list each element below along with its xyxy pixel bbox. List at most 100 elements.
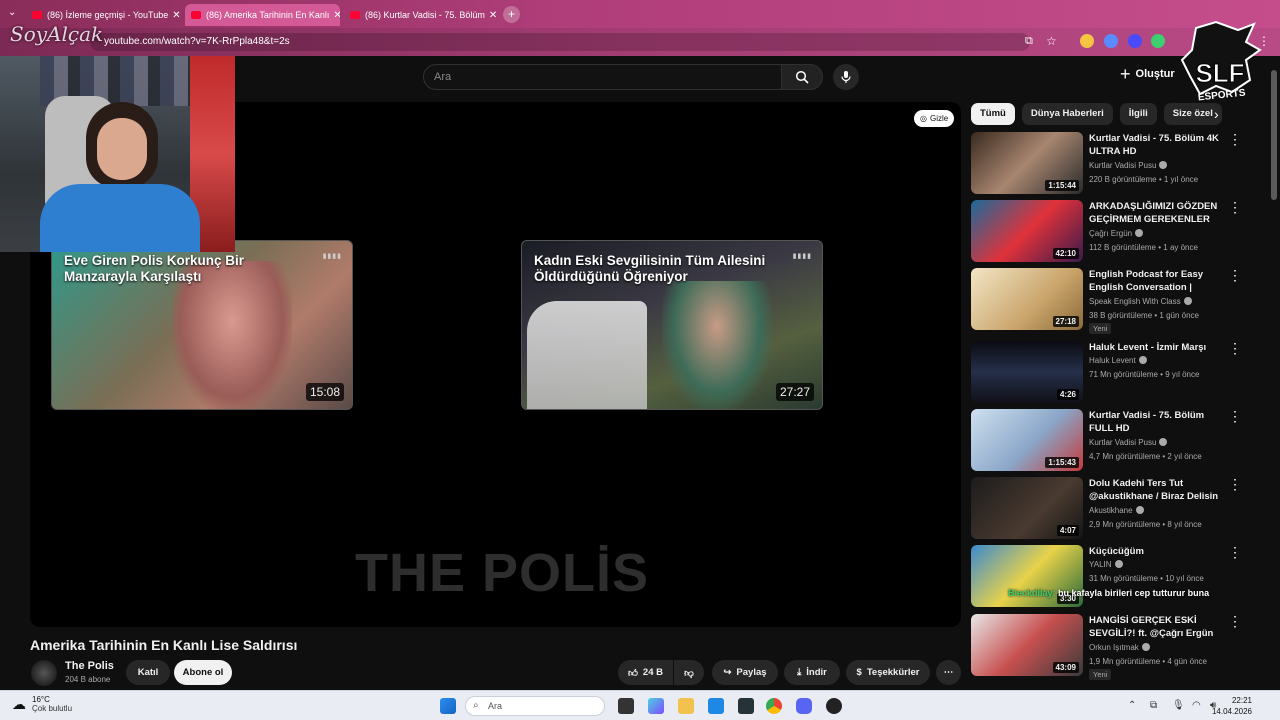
more-options-icon[interactable]: ⋮ <box>1228 545 1242 559</box>
chrome-icon[interactable] <box>766 698 782 714</box>
search-button[interactable] <box>781 64 823 90</box>
chat-username: Bleckdilay: <box>1008 588 1056 598</box>
playlist-icon: ▮▮▮▮ <box>322 253 342 260</box>
system-clock[interactable]: 22:21 14.04.2026 <box>1212 695 1252 717</box>
chip-related[interactable]: İlgili <box>1119 103 1157 125</box>
duration: 4:26 <box>1056 389 1079 400</box>
verified-icon <box>1114 560 1123 568</box>
voice-search-button[interactable] <box>833 64 859 90</box>
subscribe-button[interactable]: Abone ol <box>174 660 232 685</box>
create-button[interactable]: + Oluştur <box>1120 65 1175 83</box>
url-field[interactable]: youtube.com/watch?v=7K-RrPpla48&t=2s <box>90 33 1030 51</box>
more-options-icon[interactable]: ⋮ <box>1228 268 1242 282</box>
more-icon: ⋯ <box>943 667 954 678</box>
rec-meta: 112 B görüntüleme • 1 ay önce <box>1089 243 1198 252</box>
like-button[interactable]: 👍︎ 24 B <box>618 660 673 685</box>
browser-tab-bar: ⌄ (86) İzleme geçmişi - YouTube ✕ (86) A… <box>0 0 1280 28</box>
extension-icon[interactable] <box>1080 34 1094 48</box>
new-tab-button[interactable]: + <box>503 6 520 23</box>
more-options-icon[interactable]: ⋮ <box>1228 614 1242 628</box>
thanks-button[interactable]: $ Teşekkürler <box>846 660 930 685</box>
end-card-video-1[interactable]: ▮▮▮▮ Eve Giren Polis Korkunç Bir Manzara… <box>51 240 353 410</box>
tab-search-chevron-icon[interactable]: ⌄ <box>8 7 16 18</box>
tray-chevron-icon[interactable]: ⌃ <box>1128 700 1136 711</box>
age: 4 gün önce <box>1167 657 1207 666</box>
rec-meta: 2,9 Mn görüntüleme • 8 yıl önce <box>1089 520 1202 529</box>
youtube-favicon-icon <box>191 11 201 19</box>
channel-name: YALIN <box>1089 560 1112 569</box>
bookmark-star-icon[interactable]: ☆ <box>1046 34 1057 48</box>
extension-icon[interactable] <box>1151 34 1165 48</box>
recommendation-item[interactable]: 4:07 Dolu Kadehi Ters Tut @akustikhane /… <box>971 477 1271 543</box>
install-app-icon[interactable]: ⧉ <box>1025 35 1033 48</box>
recommendation-item[interactable]: 4:26 Haluk Levent - İzmir Marşı Haluk Le… <box>971 341 1271 407</box>
more-options-icon[interactable]: ⋮ <box>1228 477 1242 491</box>
task-view-icon[interactable] <box>618 698 634 714</box>
rec-channel: Kurtlar Vadisi Pusu <box>1089 161 1168 170</box>
recommendation-item[interactable]: 1:15:44 Kurtlar Vadisi - 75. Bölüm 4K UL… <box>971 132 1271 198</box>
close-tab-icon[interactable]: ✕ <box>485 10 497 21</box>
end-card-video-2[interactable]: ▮▮▮▮ Kadın Eski Sevgilisinin Tüm Ailesin… <box>521 240 823 410</box>
rec-channel: Kurtlar Vadisi Pusu <box>1089 438 1168 447</box>
copilot-icon[interactable] <box>648 698 664 714</box>
eye-off-icon: ◎ <box>920 114 927 123</box>
store-icon[interactable] <box>708 698 724 714</box>
recommendation-item[interactable]: 3:30 Küçücüğüm YALIN 31 Mn görüntüleme •… <box>971 545 1271 611</box>
search-input[interactable]: Ara <box>423 64 782 90</box>
rec-title: Küçücüğüm <box>1089 546 1144 557</box>
more-options-icon[interactable]: ⋮ <box>1228 132 1242 146</box>
views: 220 B görüntüleme <box>1089 175 1157 184</box>
extension-icon[interactable] <box>1104 34 1118 48</box>
windows-start-icon[interactable] <box>440 698 456 714</box>
age: 1 ay önce <box>1163 243 1198 252</box>
wifi-icon[interactable]: ◠ <box>1192 700 1201 711</box>
rec-title: English Podcast for Easy English Convers… <box>1089 269 1204 293</box>
slf-esports-logo: SLF ESPORTS <box>1180 20 1262 103</box>
channel-avatar[interactable] <box>31 660 57 686</box>
clock-time: 22:21 <box>1231 696 1252 705</box>
dislike-button[interactable]: 👎︎ <box>674 660 704 685</box>
hide-end-cards-button[interactable]: ◎ Gizle <box>914 110 955 127</box>
search-icon <box>795 70 809 84</box>
taskbar-search-placeholder: Ara <box>488 701 503 711</box>
app-icon[interactable] <box>738 698 754 714</box>
more-options-icon[interactable]: ⋮ <box>1228 409 1242 423</box>
rec-meta: 71 Mn görüntüleme • 9 yıl önce <box>1089 370 1200 379</box>
weather-widget[interactable]: ☁ 16°C Çok bulutlu <box>12 695 72 713</box>
microphone-icon[interactable]: 🎙︎ <box>1172 700 1185 711</box>
like-count: 24 B <box>642 667 663 678</box>
screen: ⌄ (86) İzleme geçmişi - YouTube ✕ (86) A… <box>0 0 1280 720</box>
obs-icon[interactable] <box>826 698 842 714</box>
taskbar-search[interactable]: ⌕ Ara <box>465 696 605 716</box>
recommendation-item[interactable]: 27:18 English Podcast for Easy English C… <box>971 268 1271 334</box>
more-options-icon[interactable]: ⋮ <box>1228 341 1242 355</box>
file-explorer-icon[interactable] <box>678 698 694 714</box>
chip-world-news[interactable]: Dünya Haberleri <box>1021 103 1113 125</box>
recommendation-item[interactable]: 43:09 HANGİSİ GERÇEK ESKİ SEVGİLİ?! ft. … <box>971 614 1271 680</box>
close-tab-icon[interactable]: ✕ <box>329 10 340 21</box>
page-scrollbar[interactable] <box>1271 70 1277 200</box>
channel-name: Kurtlar Vadisi Pusu <box>1089 161 1157 170</box>
more-actions-button[interactable]: ⋯ <box>936 660 961 685</box>
join-button[interactable]: Katıl <box>126 660 170 685</box>
recommendation-item[interactable]: 42:10 ARKADAŞLIĞIMIZI GÖZDEN GEÇİRMEM GE… <box>971 200 1271 266</box>
extension-icon[interactable] <box>1128 34 1142 48</box>
tab-current-video[interactable]: (86) Amerika Tarihinin En Kanlı ✕ <box>185 4 340 26</box>
verified-icon <box>1183 297 1192 305</box>
close-tab-icon[interactable]: ✕ <box>168 10 180 21</box>
logo-text: SLF <box>1195 58 1244 88</box>
recommendation-item[interactable]: 1:15:43 Kurtlar Vadisi - 75. Bölüm FULL … <box>971 409 1271 475</box>
download-button[interactable]: ⤓ İndir <box>784 660 840 685</box>
tab-kurtlar-vadisi[interactable]: (86) Kurtlar Vadisi - 75. Bölüm ✕ <box>344 4 499 26</box>
rec-meta: 31 Mn görüntüleme • 10 yıl önce <box>1089 574 1204 583</box>
discord-icon[interactable] <box>796 698 812 714</box>
verified-icon <box>1135 506 1144 514</box>
share-button[interactable]: ↪ Paylaş <box>712 660 778 685</box>
subscriber-count: 204 B abone <box>65 675 111 684</box>
more-options-icon[interactable]: ⋮ <box>1228 200 1242 214</box>
channel-name[interactable]: The Polis <box>65 660 114 672</box>
network-icon[interactable]: ⧉ <box>1150 700 1157 711</box>
rec-title: Kurtlar Vadisi - 75. Bölüm 4K ULTRA HD <box>1089 133 1219 157</box>
chip-all[interactable]: Tümü <box>971 103 1015 125</box>
channel-name: Orkun Işıtmak <box>1089 643 1139 652</box>
